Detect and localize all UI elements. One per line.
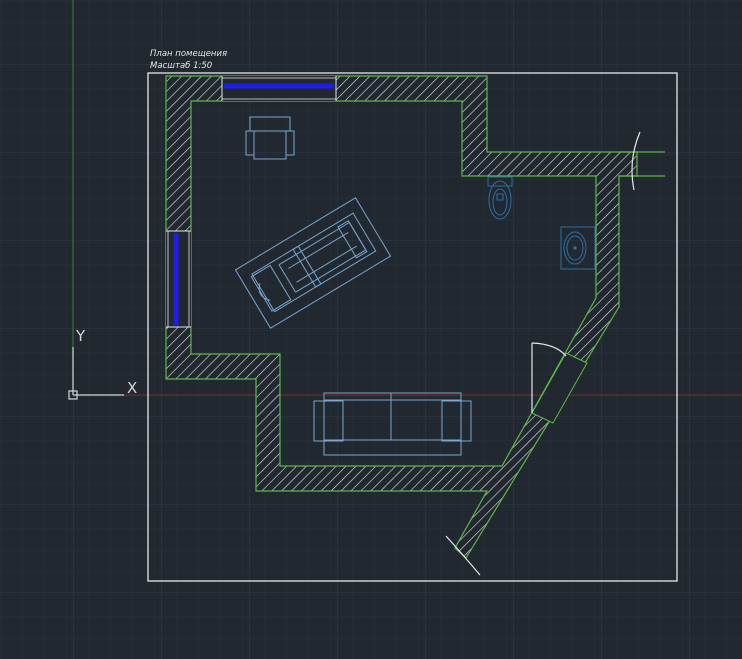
- ucs-y-label: Y: [75, 327, 86, 345]
- window-top[interactable]: [221, 76, 337, 101]
- ucs-x-label: X: [127, 379, 137, 397]
- drawing-title: План помещения: [150, 49, 227, 59]
- drawing-scale: Масштаб 1:50: [150, 61, 212, 71]
- drawing-canvas[interactable]: План помещения Масштаб 1:50 Y X: [0, 0, 742, 659]
- window-left[interactable]: [166, 230, 191, 328]
- cad-model-space[interactable]: План помещения Масштаб 1:50 Y X: [0, 0, 742, 659]
